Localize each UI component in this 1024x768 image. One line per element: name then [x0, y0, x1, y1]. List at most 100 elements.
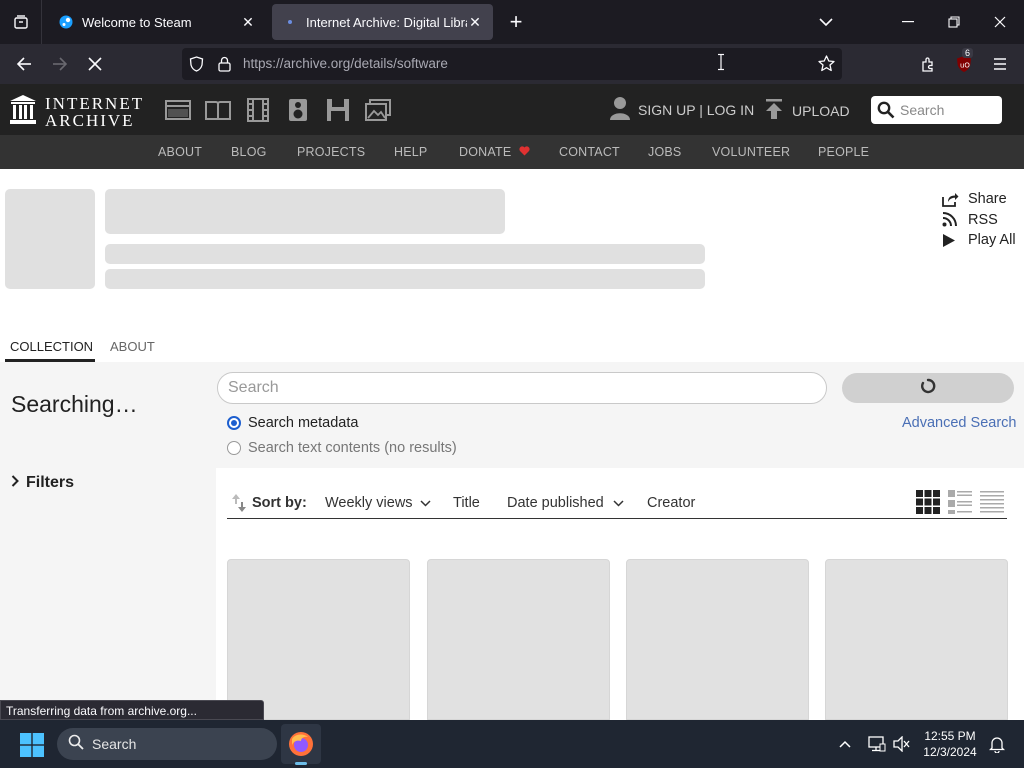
search-go-button[interactable] [842, 373, 1014, 403]
search-metadata-option[interactable]: Search metadata [227, 415, 358, 431]
upload-label: UPLOAD [792, 102, 850, 119]
network-icon[interactable] [867, 734, 887, 754]
collection-description-placeholder [105, 269, 705, 289]
video-icon[interactable] [244, 96, 272, 124]
firefox-taskbar-icon[interactable] [281, 724, 321, 764]
sign-up-login-link[interactable]: SIGN UP | LOG IN [610, 96, 754, 123]
nav-donate-label: DONATE [459, 145, 512, 159]
tab-list-icon[interactable] [0, 0, 42, 44]
collection-title-placeholder [105, 189, 505, 234]
extensions-icon[interactable] [913, 49, 943, 79]
search-text-contents-label: Search text contents (no results) [248, 440, 457, 456]
shield-icon[interactable] [189, 56, 204, 77]
tab-steam[interactable]: Welcome to Steam ✕ [48, 4, 266, 40]
audio-icon[interactable] [284, 96, 312, 124]
active-app-indicator [295, 762, 307, 765]
share-icon [942, 192, 962, 207]
images-icon[interactable] [364, 96, 392, 124]
ia-logo[interactable]: INTERNET ARCHIVE [9, 94, 144, 130]
nav-about[interactable]: ABOUT [158, 145, 202, 159]
new-tab-button[interactable]: + [502, 8, 530, 36]
sort-weekly-views[interactable]: Weekly views [325, 495, 431, 511]
taskbar: Search 12:55 PM 12/3/2024 [0, 720, 1024, 768]
back-button[interactable] [9, 49, 39, 79]
web-icon[interactable] [164, 96, 192, 124]
loading-spinner-icon [920, 378, 936, 399]
tab-collection[interactable]: COLLECTION [10, 339, 93, 354]
nav-volunteer[interactable]: VOLUNTEER [712, 145, 790, 159]
results-count-text: Searching… [11, 391, 138, 417]
close-tab-icon[interactable]: ✕ [467, 14, 483, 30]
collection-thumbnail-placeholder [5, 189, 95, 289]
share-label: Share [968, 191, 1007, 208]
tab-title: Internet Archive: Digital Library [306, 14, 467, 30]
result-tile-placeholder [427, 559, 610, 720]
advanced-search-link[interactable]: Advanced Search [902, 415, 1016, 431]
upload-link[interactable]: UPLOAD [764, 98, 850, 123]
bookmark-star-icon[interactable] [818, 55, 835, 77]
collection-actions: Share RSS Play All [942, 189, 1016, 251]
nav-help[interactable]: HELP [394, 145, 427, 159]
windows-start-icon[interactable] [20, 733, 44, 757]
texts-icon[interactable] [204, 96, 232, 124]
tile-view-icon[interactable] [915, 489, 941, 515]
archive-building-icon [9, 94, 37, 130]
notification-bell-icon[interactable] [987, 734, 1007, 754]
sort-date-published[interactable]: Date published [507, 495, 624, 511]
search-input[interactable]: Search [900, 102, 944, 118]
list-detail-view-icon[interactable] [947, 489, 973, 515]
tab-about[interactable]: ABOUT [110, 339, 155, 354]
taskbar-search[interactable]: Search [57, 728, 277, 760]
nav-contact[interactable]: CONTACT [559, 145, 620, 159]
radio-button[interactable] [227, 441, 241, 455]
nav-blog[interactable]: BLOG [231, 145, 267, 159]
ia-top-nav: INTERNET ARCHIVE SIGN UP | LOG IN UPLOAD… [0, 84, 1024, 135]
share-link[interactable]: Share [942, 189, 1016, 210]
taskbar-search-label: Search [92, 736, 137, 752]
steam-icon [58, 14, 74, 30]
forward-button[interactable] [45, 49, 75, 79]
search-icon[interactable] [877, 101, 895, 124]
ia-sub-nav: ABOUT BLOG PROJECTS HELP DONATE CONTACT … [0, 135, 1024, 169]
collection-search-input[interactable]: Search [217, 372, 827, 404]
close-tab-icon[interactable]: ✕ [240, 14, 256, 30]
software-icon[interactable] [324, 96, 352, 124]
nav-jobs[interactable]: JOBS [648, 145, 681, 159]
volume-muted-icon[interactable] [892, 734, 912, 754]
chevron-up-icon[interactable] [835, 734, 855, 754]
status-bar: Transferring data from archive.org... [0, 700, 264, 720]
chevron-down-icon[interactable] [812, 8, 840, 36]
nav-people[interactable]: PEOPLE [818, 145, 869, 159]
ia-header-search[interactable]: Search [871, 96, 1002, 124]
sort-arrows-icon [232, 493, 246, 518]
taskbar-clock[interactable]: 12:55 PM 12/3/2024 [917, 728, 983, 760]
url-bar[interactable]: https://archive.org/details/software [182, 48, 842, 80]
sort-creator[interactable]: Creator [647, 495, 695, 511]
rss-icon [942, 212, 962, 227]
sort-title[interactable]: Title [453, 495, 480, 511]
rss-link[interactable]: RSS [942, 210, 1016, 231]
list-compact-view-icon[interactable] [979, 489, 1005, 515]
lock-icon[interactable] [218, 56, 231, 77]
play-all-link[interactable]: Play All [942, 230, 1016, 251]
search-text-contents-option[interactable]: Search text contents (no results) [227, 440, 457, 456]
sort-bar: Sort by: Weekly views Title Date publish… [227, 488, 1007, 519]
radio-button-selected[interactable] [227, 416, 241, 430]
play-all-label: Play All [968, 232, 1016, 249]
filters-toggle[interactable]: Filters [11, 474, 74, 492]
media-type-icons [164, 96, 392, 124]
close-window-button[interactable] [977, 0, 1023, 44]
browser-nav-bar: https://archive.org/details/software uO [0, 44, 1024, 84]
restore-button[interactable] [931, 0, 977, 44]
tab-internet-archive[interactable]: Internet Archive: Digital Library ✕ [272, 4, 493, 40]
minimize-button[interactable] [885, 0, 931, 44]
url-text[interactable]: https://archive.org/details/software [243, 56, 448, 71]
text-cursor-icon [717, 53, 725, 76]
collection-search-placeholder: Search [228, 379, 279, 396]
stop-loading-button[interactable] [80, 49, 110, 79]
nav-donate[interactable]: DONATE [459, 145, 530, 159]
result-tile-placeholder [825, 559, 1008, 720]
sort-by-label: Sort by: [252, 495, 307, 511]
menu-icon[interactable] [985, 49, 1015, 79]
nav-projects[interactable]: PROJECTS [297, 145, 365, 159]
